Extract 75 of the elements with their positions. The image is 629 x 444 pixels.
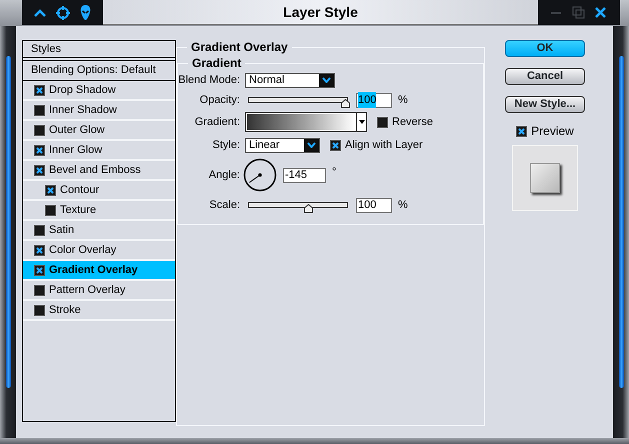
item-label: Bevel and Emboss bbox=[49, 162, 141, 178]
list-item[interactable]: Outer Glow bbox=[23, 121, 175, 141]
checkbox[interactable] bbox=[34, 284, 45, 296]
close-icon[interactable] bbox=[595, 7, 606, 18]
number-field[interactable]: 100 bbox=[356, 92, 392, 108]
chevron-down-icon bbox=[322, 77, 331, 83]
list-item[interactable]: Pattern Overlay bbox=[23, 281, 175, 301]
field-label: Blend Mode: bbox=[178, 72, 240, 88]
unit-label: % bbox=[398, 198, 408, 213]
preview-square bbox=[530, 163, 560, 193]
item-label: Stroke bbox=[49, 302, 81, 318]
checkbox-label: Align with Layer bbox=[345, 138, 423, 153]
list-item[interactable]: Bevel and Emboss bbox=[23, 161, 175, 181]
list-item[interactable]: Blending Options: Default bbox=[23, 61, 175, 81]
item-label: Texture bbox=[60, 202, 96, 218]
dropdown[interactable]: Linear bbox=[245, 138, 320, 152]
item-label: Outer Glow bbox=[49, 122, 105, 138]
dialog-button[interactable]: New Style... bbox=[505, 96, 585, 113]
item-label: Gradient Overlay bbox=[49, 262, 138, 278]
item-label: Satin bbox=[49, 222, 74, 238]
list-item[interactable]: Inner Glow bbox=[23, 141, 175, 161]
checkbox[interactable] bbox=[34, 224, 45, 236]
gradient-picker[interactable] bbox=[245, 112, 367, 132]
field-label: Gradient: bbox=[194, 114, 240, 130]
chevron-up-icon[interactable] bbox=[34, 8, 46, 18]
list-item[interactable]: Stroke bbox=[23, 301, 175, 321]
checkbox[interactable] bbox=[45, 204, 56, 216]
checkbox[interactable] bbox=[377, 116, 388, 128]
checkbox[interactable] bbox=[34, 124, 45, 136]
slider-thumb[interactable] bbox=[341, 99, 350, 108]
item-label: Pattern Overlay bbox=[49, 282, 126, 298]
field-label: Angle: bbox=[208, 168, 240, 183]
checkbox[interactable] bbox=[516, 126, 528, 136]
checkbox[interactable] bbox=[34, 244, 45, 256]
dialog-button[interactable]: OK bbox=[505, 40, 585, 57]
checkbox[interactable] bbox=[34, 84, 45, 96]
unit-label: % bbox=[398, 92, 408, 108]
slider-thumb[interactable] bbox=[304, 204, 313, 213]
list-item[interactable]: Drop Shadow bbox=[23, 81, 175, 101]
section-title: Gradient Overlay bbox=[190, 40, 289, 54]
alien-head-icon[interactable] bbox=[80, 5, 91, 20]
list-item[interactable]: Inner Shadow bbox=[23, 101, 175, 121]
group-title: Gradient bbox=[191, 56, 242, 70]
list-item[interactable]: Gradient Overlay bbox=[23, 261, 175, 281]
checkbox[interactable] bbox=[34, 164, 45, 176]
list-item[interactable]: Contour bbox=[23, 181, 175, 201]
list-item[interactable]: Texture bbox=[23, 201, 175, 221]
item-label: Drop Shadow bbox=[49, 82, 116, 98]
list-item[interactable]: Satin bbox=[23, 221, 175, 241]
crosshair-icon[interactable] bbox=[56, 6, 70, 20]
field-label: Style: bbox=[211, 138, 240, 153]
field-label: Opacity: bbox=[198, 92, 240, 108]
dialog-button[interactable]: Cancel bbox=[505, 68, 585, 85]
caret-icon bbox=[358, 120, 364, 124]
checkbox-label: Reverse bbox=[392, 114, 433, 130]
checkbox[interactable] bbox=[34, 264, 45, 276]
number-field[interactable]: -145 bbox=[283, 168, 326, 182]
checkbox-label: Preview bbox=[531, 123, 574, 140]
item-label: Contour bbox=[60, 182, 100, 198]
item-label: Inner Glow bbox=[49, 142, 102, 158]
checkbox[interactable] bbox=[330, 140, 341, 150]
checkbox[interactable] bbox=[34, 304, 45, 316]
list-header: Styles bbox=[31, 42, 61, 57]
checkbox[interactable] bbox=[34, 144, 45, 156]
number-field[interactable]: 100 bbox=[356, 198, 392, 212]
angle-dial[interactable] bbox=[243, 158, 277, 192]
checkbox[interactable] bbox=[45, 184, 56, 196]
checkbox[interactable] bbox=[34, 104, 45, 116]
dropdown[interactable]: Normal bbox=[245, 72, 335, 88]
item-label: Color Overlay bbox=[49, 242, 116, 258]
item-label: Inner Shadow bbox=[49, 102, 117, 118]
unit-label: ° bbox=[332, 165, 336, 180]
window-title: Layer Style bbox=[283, 2, 358, 22]
chevron-down-icon bbox=[307, 142, 316, 148]
field-label: Scale: bbox=[208, 198, 240, 213]
